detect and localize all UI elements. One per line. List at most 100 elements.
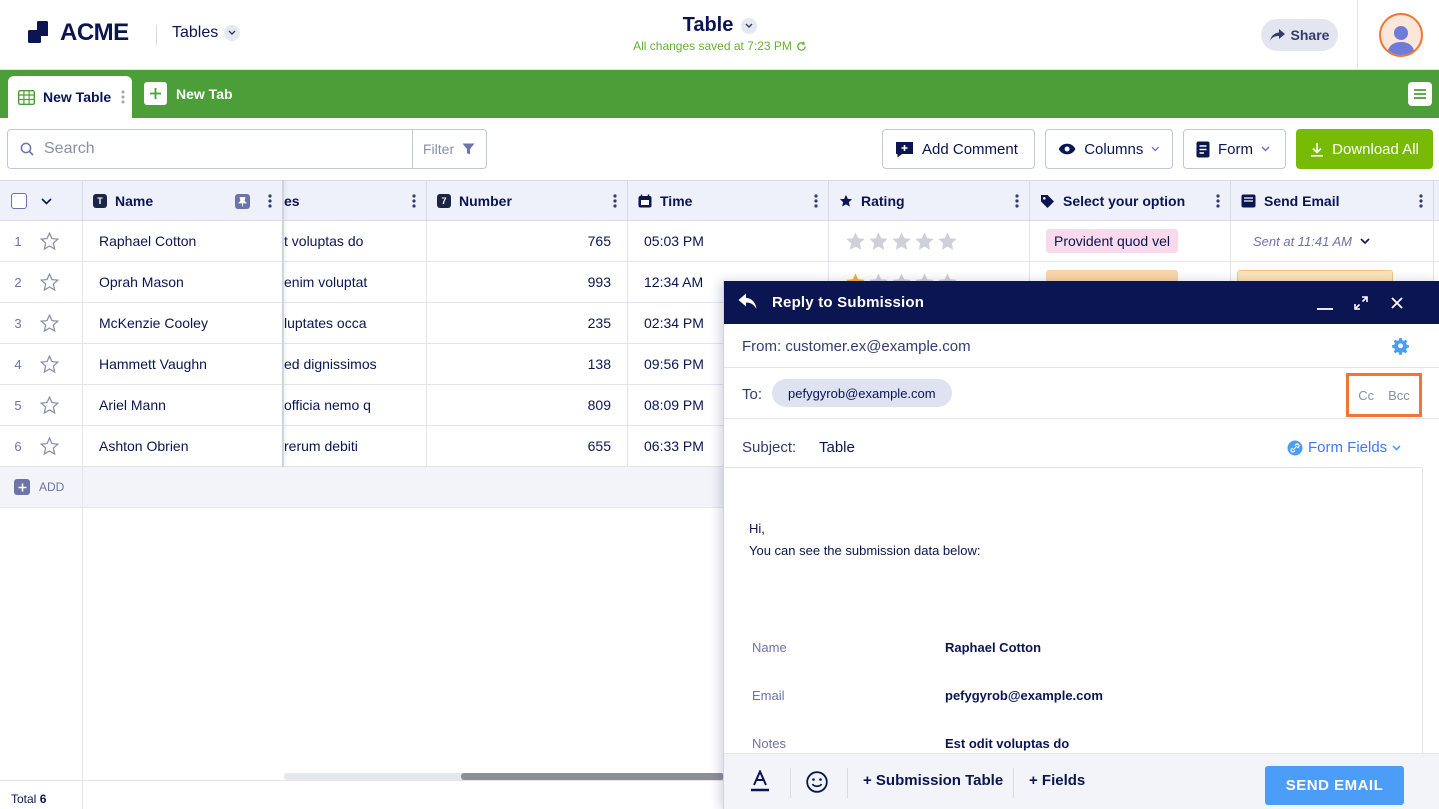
column-header-notes[interactable]: es: [284, 181, 427, 221]
cell-text: 08:09 PM: [644, 397, 704, 413]
emoji-button[interactable]: [806, 771, 828, 793]
number-cell[interactable]: 993: [427, 262, 628, 302]
acme-logo[interactable]: ACME: [28, 19, 129, 47]
add-submission-table-button[interactable]: + Submission Table: [863, 772, 1003, 789]
tab-options-icon[interactable]: [121, 89, 125, 105]
search-input[interactable]: [44, 140, 384, 158]
download-all-button[interactable]: Download All: [1296, 129, 1433, 169]
table-row[interactable]: 1 Raphael Cotton t voluptas do 765 05:03 PM P…: [0, 221, 1439, 262]
star-icon[interactable]: [914, 231, 935, 252]
subject-input[interactable]: Table: [819, 439, 855, 456]
cc-button[interactable]: Cc: [1358, 388, 1374, 403]
header-divider: [156, 25, 157, 45]
notes-cell[interactable]: luptates occa: [284, 303, 427, 343]
notes-cell[interactable]: rerum debiti: [284, 426, 427, 466]
tables-menu[interactable]: Tables: [172, 24, 241, 42]
text-format-button[interactable]: [750, 770, 770, 792]
gear-icon[interactable]: [1392, 338, 1409, 355]
frozen-column-separator: [282, 180, 284, 467]
select-all-header: [0, 181, 83, 221]
share-button[interactable]: Share: [1261, 19, 1338, 51]
grid-header: T Name es 7 Number Time Rating Select yo…: [0, 180, 1439, 221]
user-avatar[interactable]: [1379, 13, 1423, 57]
form-fields-dropdown[interactable]: Form Fields: [1287, 439, 1401, 456]
column-header-rating[interactable]: Rating: [829, 181, 1030, 221]
hamburger-menu-button[interactable]: [1408, 82, 1432, 106]
rating-cell[interactable]: [829, 221, 1030, 261]
star-outline-icon[interactable]: [40, 437, 59, 456]
number-cell[interactable]: 655: [427, 426, 628, 466]
column-options-icon[interactable]: [268, 193, 272, 209]
star-outline-icon[interactable]: [40, 232, 59, 251]
doc-title-menu[interactable]: Table: [683, 14, 758, 37]
submission-value: Est odit voluptas do: [945, 736, 1070, 751]
notes-cell[interactable]: t voluptas do: [284, 221, 427, 261]
star-icon[interactable]: [868, 231, 889, 252]
comment-plus-icon: [896, 141, 913, 157]
close-button[interactable]: [1387, 293, 1407, 313]
tab-new-table[interactable]: New Table: [8, 76, 132, 118]
send-email-cell[interactable]: Sent at 11:41 AM: [1231, 221, 1434, 261]
column-header-send-email[interactable]: Send Email: [1231, 181, 1434, 221]
number-cell[interactable]: 138: [427, 344, 628, 384]
star-outline-icon[interactable]: [40, 396, 59, 415]
time-cell[interactable]: 05:03 PM: [628, 221, 829, 261]
new-tab-button[interactable]: New Tab: [144, 82, 233, 105]
from-text: From: customer.ex@example.com: [742, 338, 971, 355]
cell-text: 12:34 AM: [644, 274, 704, 290]
horizontal-scrollbar-thumb[interactable]: [461, 773, 724, 780]
column-options-icon[interactable]: [814, 193, 818, 209]
send-email-button[interactable]: SEND EMAIL: [1265, 766, 1404, 805]
name-cell[interactable]: Hammett Vaughn: [83, 344, 283, 384]
chevron-down-icon[interactable]: [41, 197, 52, 205]
hamburger-icon: [1414, 89, 1426, 99]
filter-button[interactable]: Filter: [412, 129, 487, 169]
number-cell[interactable]: 809: [427, 385, 628, 425]
number-cell[interactable]: 765: [427, 221, 628, 261]
column-header-name[interactable]: T Name: [83, 181, 283, 221]
name-cell[interactable]: Oprah Mason: [83, 262, 283, 302]
column-options-icon[interactable]: [412, 193, 416, 209]
column-title: Number: [459, 193, 512, 209]
bcc-button[interactable]: Bcc: [1388, 388, 1410, 403]
cell-text: 765: [587, 233, 611, 249]
column-options-icon[interactable]: [1216, 193, 1220, 209]
columns-button[interactable]: Columns: [1045, 129, 1173, 169]
add-comment-button[interactable]: Add Comment: [882, 129, 1035, 169]
chevron-down-icon: [224, 25, 241, 41]
logo-text: ACME: [60, 19, 129, 46]
select-option-cell[interactable]: Provident quod vel: [1030, 221, 1231, 261]
star-icon[interactable]: [891, 231, 912, 252]
column-options-icon[interactable]: [613, 193, 617, 209]
column-header-number[interactable]: 7 Number: [427, 181, 628, 221]
number-cell[interactable]: 235: [427, 303, 628, 343]
expand-button[interactable]: [1351, 293, 1371, 313]
save-status-text: All changes saved at 7:23 PM: [633, 39, 792, 53]
column-header-select-option[interactable]: Select your option: [1030, 181, 1231, 221]
column-options-icon[interactable]: [1015, 193, 1019, 209]
name-cell[interactable]: McKenzie Cooley: [83, 303, 283, 343]
form-button[interactable]: Form: [1183, 129, 1286, 169]
select-all-checkbox[interactable]: [11, 193, 27, 209]
name-cell[interactable]: Ashton Obrien: [83, 426, 283, 466]
add-fields-button[interactable]: + Fields: [1029, 772, 1085, 789]
column-header-time[interactable]: Time: [628, 181, 829, 221]
star-outline-icon[interactable]: [40, 273, 59, 292]
star-icon[interactable]: [937, 231, 958, 252]
name-cell[interactable]: Raphael Cotton: [83, 221, 283, 261]
rating-stars[interactable]: [845, 231, 958, 252]
email-body-editor[interactable]: Hi, You can see the submission data belo…: [724, 468, 1424, 753]
notes-cell[interactable]: officia nemo q: [284, 385, 427, 425]
notes-cell[interactable]: enim voluptat: [284, 262, 427, 302]
star-icon[interactable]: [845, 231, 866, 252]
notes-cell[interactable]: ed dignissimos: [284, 344, 427, 384]
minimize-button[interactable]: [1315, 293, 1335, 313]
chevron-down-icon[interactable]: [1360, 238, 1370, 244]
column-options-icon[interactable]: [1419, 193, 1423, 209]
star-outline-icon[interactable]: [40, 314, 59, 333]
pin-icon[interactable]: [235, 194, 250, 209]
add-row-button[interactable]: ADD: [14, 479, 64, 495]
star-outline-icon[interactable]: [40, 355, 59, 374]
recipient-chip[interactable]: pefygyrob@example.com: [772, 379, 952, 407]
name-cell[interactable]: Ariel Mann: [83, 385, 283, 425]
